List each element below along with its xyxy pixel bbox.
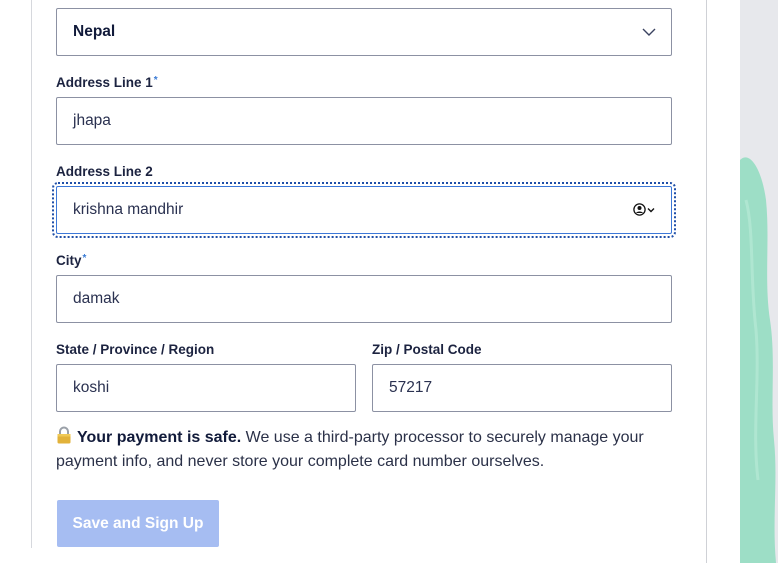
zip-input[interactable]: 57217 bbox=[372, 364, 672, 412]
decorative-brush-shape bbox=[740, 157, 776, 563]
save-and-sign-up-button[interactable]: Save and Sign Up bbox=[57, 500, 219, 547]
zip-value: 57217 bbox=[389, 379, 433, 396]
chevron-down-icon bbox=[642, 28, 656, 36]
address-line-2-value: krishna mandhir bbox=[73, 201, 184, 218]
payment-safety-notice: Your payment is safe. We use a third-par… bbox=[56, 426, 656, 474]
state-value: koshi bbox=[73, 379, 110, 396]
required-mark: * bbox=[82, 253, 87, 264]
address-line-1-label: Address Line 1* bbox=[56, 75, 158, 90]
city-value: damak bbox=[73, 290, 120, 307]
country-select[interactable]: Nepal bbox=[56, 8, 672, 56]
lock-icon bbox=[57, 426, 71, 444]
decorative-side-panel bbox=[740, 0, 778, 563]
zip-label: Zip / Postal Code bbox=[372, 342, 482, 357]
state-label: State / Province / Region bbox=[56, 342, 215, 357]
state-input[interactable]: koshi bbox=[56, 364, 356, 412]
form-left-border bbox=[31, 0, 32, 548]
payment-safety-headline: Your payment is safe. bbox=[77, 429, 242, 446]
address-line-2-label: Address Line 2 bbox=[56, 164, 153, 179]
contact-autofill-icon[interactable] bbox=[633, 203, 655, 216]
required-mark: * bbox=[153, 75, 158, 86]
address-line-1-input[interactable]: jhapa bbox=[56, 97, 672, 145]
city-label: City* bbox=[56, 253, 87, 268]
city-input[interactable]: damak bbox=[56, 275, 672, 323]
form-right-border bbox=[706, 0, 707, 563]
country-select-value: Nepal bbox=[73, 23, 116, 40]
address-line-2-input[interactable]: krishna mandhir bbox=[52, 182, 676, 238]
address-line-1-value: jhapa bbox=[73, 112, 111, 129]
